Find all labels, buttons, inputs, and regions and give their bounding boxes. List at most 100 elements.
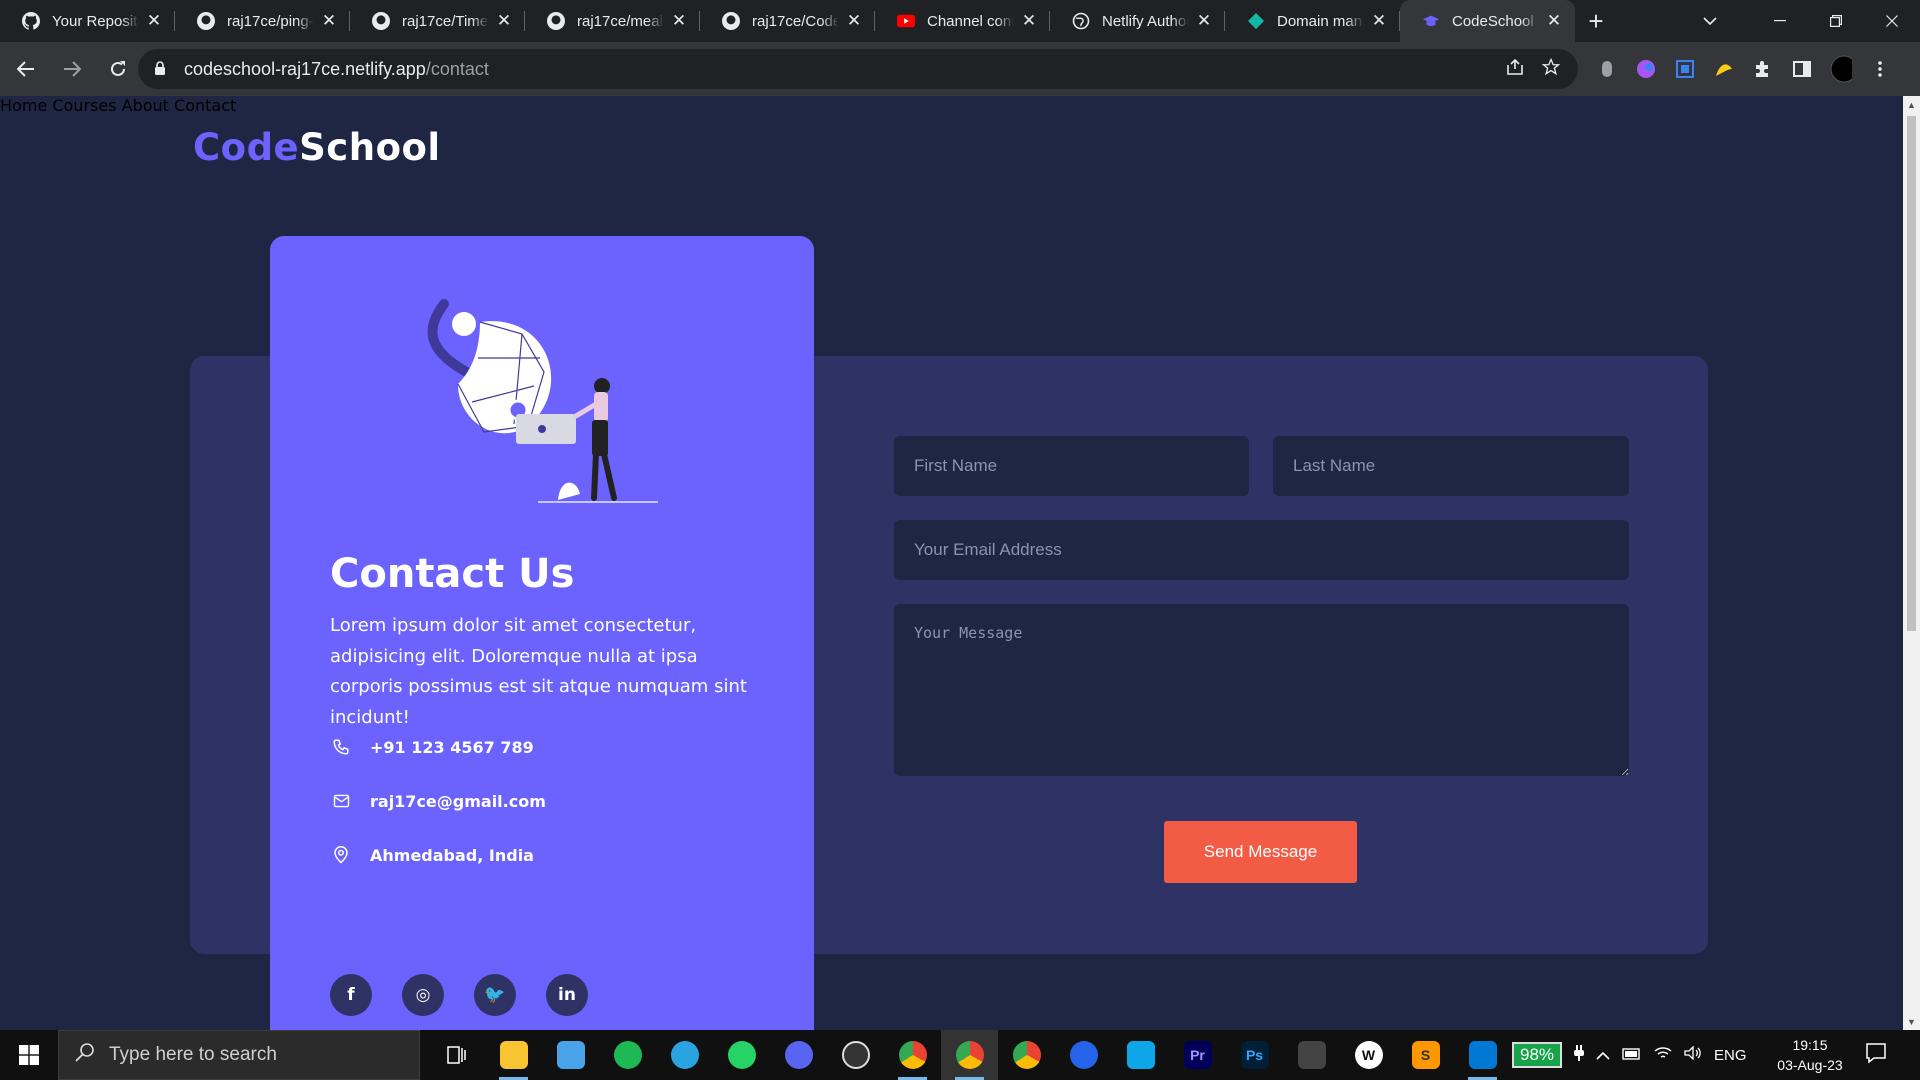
facebook-icon[interactable]: f [330, 974, 372, 1016]
battery-icon[interactable] [1622, 1047, 1642, 1064]
linkedin-icon[interactable]: in [546, 974, 588, 1016]
terminal-icon[interactable] [1283, 1030, 1340, 1080]
phone-icon [330, 736, 352, 758]
system-tray: 98% ENG [1512, 1030, 1747, 1080]
battery-indicator[interactable]: 98% [1512, 1042, 1563, 1068]
new-tab-button[interactable]: + [1575, 0, 1617, 42]
browser-tab[interactable]: raj17ce/mealtime ✕ [525, 0, 700, 42]
close-tab-icon[interactable]: ✕ [495, 11, 513, 31]
color-extension-icon[interactable] [1635, 58, 1657, 80]
taskbar-clock[interactable]: 19:15 03-Aug-23 [1770, 1035, 1850, 1075]
browser-tab[interactable]: Netlify Authorization ✕ [1050, 0, 1225, 42]
restore-icon[interactable] [1808, 0, 1864, 42]
send-message-button[interactable]: Send Message [1164, 821, 1357, 883]
scrollbar-thumb[interactable] [1907, 116, 1916, 631]
twitter-icon[interactable]: 🐦 [474, 974, 516, 1016]
chrome-profile-icon[interactable] [884, 1030, 941, 1080]
forward-icon[interactable] [52, 49, 92, 89]
puzzle-extensions-icon[interactable] [1752, 58, 1774, 80]
sublime-icon[interactable]: S [1397, 1030, 1454, 1080]
site-logo[interactable]: CodeSchool [193, 126, 441, 169]
screenshot-extension-icon[interactable] [1674, 58, 1696, 80]
minimize-icon[interactable] [1752, 0, 1808, 42]
message-field[interactable] [894, 604, 1629, 776]
nav-about[interactable]: About [122, 96, 169, 115]
phone-number[interactable]: +91 123 4567 789 [370, 738, 534, 757]
nav-contact[interactable]: Contact [174, 96, 236, 115]
taskbar-search[interactable]: Type here to search [58, 1030, 420, 1080]
app-w-icon[interactable]: W [1340, 1030, 1397, 1080]
pc-icon[interactable] [542, 1030, 599, 1080]
notification-center-icon[interactable] [1865, 1042, 1887, 1069]
tab-title: Netlify Authorization [1102, 12, 1189, 30]
windows-start-icon[interactable] [0, 1030, 58, 1080]
close-tab-icon[interactable]: ✕ [1195, 11, 1213, 31]
browser-tab[interactable]: raj17ce/Timer ✕ [350, 0, 525, 42]
browser-menu-icon[interactable] [1869, 58, 1891, 80]
side-panel-icon[interactable] [1791, 58, 1813, 80]
email-address[interactable]: raj17ce@gmail.com [370, 792, 546, 811]
clock-date: 03-Aug-23 [1777, 1057, 1843, 1073]
first-name-field[interactable] [894, 436, 1249, 496]
tab-title: Domain management [1277, 12, 1364, 30]
chrome-icon[interactable] [941, 1030, 998, 1080]
back-icon[interactable] [6, 49, 46, 89]
address-bar[interactable]: codeschool-raj17ce.netlify.app/contact [138, 49, 1578, 89]
github-icon [722, 12, 740, 30]
tab-title: raj17ce/mealtime [577, 12, 664, 30]
tab-title: raj17ce/CodeSchool [752, 12, 839, 30]
close-tab-icon[interactable]: ✕ [320, 11, 338, 31]
page-viewport: CodeSchool Home Courses About Contact Co… [0, 96, 1903, 1030]
browser-tab[interactable]: raj17ce/ping-pong ✕ [175, 0, 350, 42]
vscode-icon[interactable] [1454, 1030, 1511, 1080]
tab-search-icon[interactable] [1690, 0, 1730, 42]
file-explorer-icon[interactable] [485, 1030, 542, 1080]
reload-icon[interactable] [98, 49, 138, 89]
scroll-up-icon[interactable]: ▲ [1903, 96, 1920, 113]
close-tab-icon[interactable]: ✕ [845, 11, 863, 31]
premiere-icon[interactable]: Pr [1169, 1030, 1226, 1080]
browser-tab[interactable]: raj17ce/CodeSchool ✕ [700, 0, 875, 42]
telegram-icon[interactable] [656, 1030, 713, 1080]
volume-icon[interactable] [1684, 1045, 1702, 1064]
chevron-up-icon[interactable] [1596, 1047, 1610, 1064]
discord-icon[interactable] [770, 1030, 827, 1080]
browser-tab[interactable]: Domain management ✕ [1225, 0, 1400, 42]
task-view-icon[interactable] [428, 1030, 485, 1080]
close-window-icon[interactable] [1864, 0, 1920, 42]
mail-icon [330, 790, 352, 812]
wifi-icon[interactable] [1654, 1046, 1672, 1064]
last-name-field[interactable] [1273, 436, 1629, 496]
close-tab-icon[interactable]: ✕ [1545, 11, 1563, 31]
email-field[interactable] [894, 520, 1629, 580]
nav-home[interactable]: Home [0, 96, 47, 115]
logo-school: School [299, 126, 441, 169]
firefox-icon[interactable] [1055, 1030, 1112, 1080]
tab-title: CodeSchool - Contact [1452, 12, 1539, 30]
browser-tab[interactable]: Your Repositories ✕ [0, 0, 175, 42]
language-indicator[interactable]: ENG [1714, 1047, 1747, 1064]
profile-avatar-icon[interactable] [1830, 55, 1852, 83]
browser-tab[interactable]: Channel content ✕ [875, 0, 1050, 42]
close-tab-icon[interactable]: ✕ [1020, 11, 1038, 31]
chrome-dev-icon[interactable] [998, 1030, 1055, 1080]
whatsapp-icon[interactable] [713, 1030, 770, 1080]
close-tab-icon[interactable]: ✕ [670, 11, 688, 31]
mouse-extension-icon[interactable] [1596, 58, 1618, 80]
bookmark-star-icon[interactable] [1541, 57, 1561, 81]
coin-extension-icon[interactable] [1713, 58, 1735, 80]
phone-row: +91 123 4567 789 [330, 736, 534, 758]
photoshop-icon[interactable]: Ps [1226, 1030, 1283, 1080]
instagram-icon[interactable]: ◎ [402, 974, 444, 1016]
close-tab-icon[interactable]: ✕ [1370, 11, 1388, 31]
page-scrollbar[interactable]: ▲ ▼ [1903, 96, 1920, 1030]
nav-courses[interactable]: Courses [52, 96, 116, 115]
spotify-icon[interactable] [599, 1030, 656, 1080]
scroll-down-icon[interactable]: ▼ [1903, 1013, 1920, 1030]
share-app-icon[interactable] [1112, 1030, 1169, 1080]
share-icon[interactable] [1506, 58, 1524, 80]
browser-tab-active[interactable]: CodeSchool - Contact ✕ [1400, 0, 1575, 42]
obs-icon[interactable] [827, 1030, 884, 1080]
social-links: f ◎ 🐦 in [330, 974, 588, 1016]
close-tab-icon[interactable]: ✕ [145, 11, 163, 31]
